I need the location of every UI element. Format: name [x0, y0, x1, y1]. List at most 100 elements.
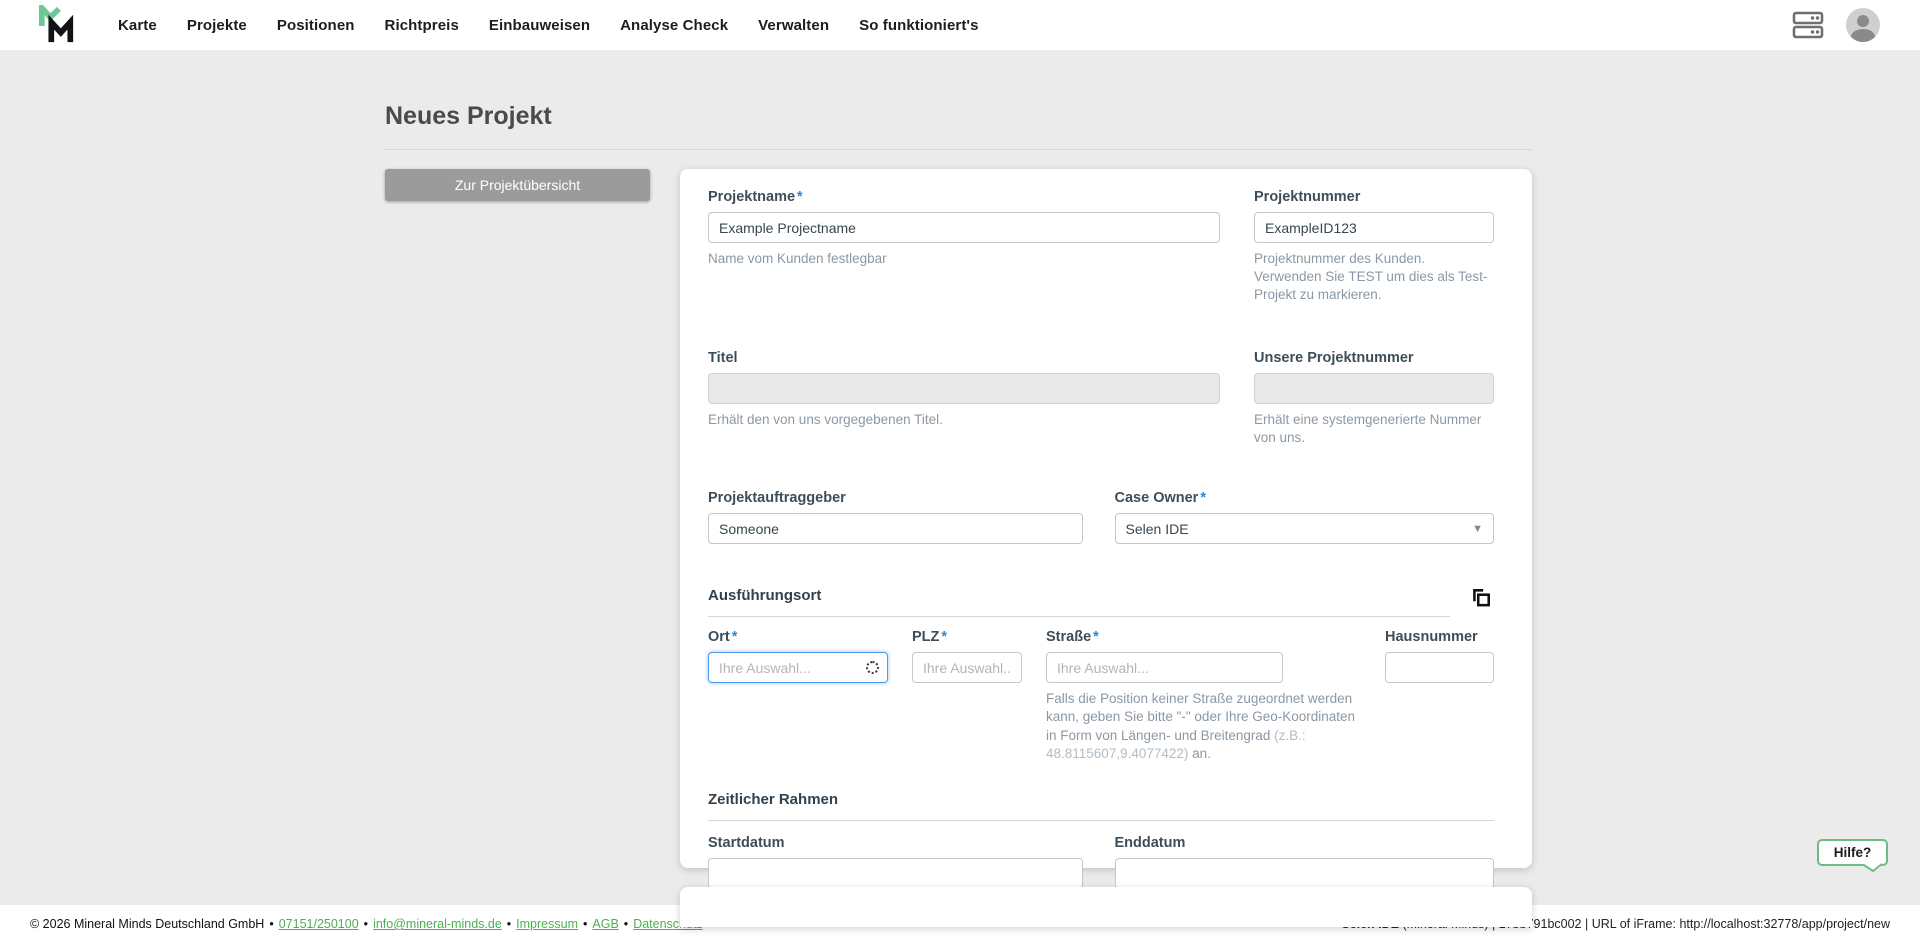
projektname-label-text: Projektname: [708, 189, 795, 205]
row-titel-unsere-projektnummer: Titel Erhält den von uns vorgegebenen Ti…: [708, 350, 1494, 447]
row-address: Ort* PLZ* Straße* Falls die Position kei…: [708, 629, 1494, 763]
chevron-down-icon: ▼: [1472, 523, 1483, 535]
unsere-projektnummer-helper: Erhält eine systemgenerierte Nummer von …: [1254, 411, 1494, 447]
section-ausfuehrungsort-title-block: Ausführungsort: [708, 587, 1450, 617]
top-nav-bar: Karte Projekte Positionen Richtpreis Ein…: [0, 0, 1920, 50]
ort-label-text: Ort: [708, 629, 730, 645]
strasse-label: Straße*: [1046, 629, 1356, 645]
hausnummer-label: Hausnummer: [1385, 629, 1494, 645]
field-case-owner: Case Owner* Selen IDE ▼: [1115, 490, 1495, 544]
titel-label: Titel: [708, 350, 1220, 366]
footer-link-phone[interactable]: 07151/250100: [279, 917, 359, 931]
case-owner-label: Case Owner*: [1115, 490, 1495, 506]
person-icon: [1846, 8, 1880, 42]
projektname-label: Projektname*: [708, 189, 1220, 205]
hausnummer-input[interactable]: [1385, 652, 1494, 683]
footer-link-agb[interactable]: AGB: [592, 917, 618, 931]
strasse-helper: Falls die Position keiner Straße zugeord…: [1046, 690, 1356, 763]
projektauftraggeber-label: Projektauftraggeber: [708, 490, 1083, 506]
footer-link-impressum[interactable]: Impressum: [516, 917, 578, 931]
required-asterisk: *: [941, 629, 947, 645]
plz-input[interactable]: [912, 652, 1022, 683]
next-form-card-partial: [680, 887, 1532, 927]
case-owner-selected-value: Selen IDE: [1126, 521, 1189, 537]
separator-dot: •: [507, 917, 511, 931]
required-asterisk: *: [1200, 490, 1206, 506]
row-dates: Startdatum Enddatum: [708, 835, 1494, 889]
ort-input-wrap: [708, 652, 888, 683]
user-avatar[interactable]: [1846, 8, 1880, 42]
startdatum-input[interactable]: [708, 858, 1083, 889]
field-strasse: Straße* Falls die Position keiner Straße…: [1046, 629, 1356, 763]
plz-label-text: PLZ: [912, 629, 939, 645]
unsere-projektnummer-label: Unsere Projektnummer: [1254, 350, 1494, 366]
nav-item-einbauweisen[interactable]: Einbauweisen: [489, 17, 590, 34]
mineral-minds-logo[interactable]: [38, 5, 76, 45]
nav-item-karte[interactable]: Karte: [118, 17, 157, 34]
page-title: Neues Projekt: [385, 102, 552, 131]
server-storage-icon[interactable]: [1792, 11, 1824, 39]
section-ausfuehrungsort-header: Ausführungsort: [708, 587, 1494, 617]
header-actions: [1792, 8, 1920, 42]
required-asterisk: *: [732, 629, 738, 645]
title-divider: [385, 149, 1532, 150]
nav-item-projekte[interactable]: Projekte: [187, 17, 247, 34]
section-ausfuehrungsort-title: Ausführungsort: [708, 587, 1450, 604]
enddatum-input[interactable]: [1115, 858, 1495, 889]
ort-input[interactable]: [708, 652, 888, 683]
main-content: Neues Projekt Zur Projektübersicht Proje…: [0, 50, 1920, 905]
zur-projektuebersicht-button[interactable]: Zur Projektübersicht: [385, 169, 650, 201]
logo-icon: [38, 5, 76, 45]
projektname-input[interactable]: [708, 212, 1220, 243]
field-startdatum: Startdatum: [708, 835, 1083, 889]
projektauftraggeber-input[interactable]: [708, 513, 1083, 544]
titel-input: [708, 373, 1220, 404]
main-nav: Karte Projekte Positionen Richtpreis Ein…: [118, 17, 979, 34]
hilfe-button[interactable]: Hilfe?: [1817, 839, 1888, 866]
strasse-label-text: Straße: [1046, 629, 1091, 645]
separator-dot: •: [269, 917, 273, 931]
case-owner-select[interactable]: Selen IDE ▼: [1115, 513, 1495, 544]
nav-item-verwalten[interactable]: Verwalten: [758, 17, 829, 34]
section-zeitlicher-rahmen-header: Zeitlicher Rahmen: [708, 791, 1494, 821]
required-asterisk: *: [1093, 629, 1099, 645]
projektname-helper: Name vom Kunden festlegbar: [708, 250, 1220, 268]
nav-item-analyse-check[interactable]: Analyse Check: [620, 17, 728, 34]
titel-helper: Erhält den von uns vorgegebenen Titel.: [708, 411, 1220, 429]
nav-item-richtpreis[interactable]: Richtpreis: [385, 17, 459, 34]
copy-address-button[interactable]: [1468, 585, 1494, 614]
field-projektname: Projektname* Name vom Kunden festlegbar: [708, 189, 1220, 305]
section-zeitlicher-rahmen-title: Zeitlicher Rahmen: [708, 791, 1494, 808]
footer-link-email[interactable]: info@mineral-minds.de: [373, 917, 502, 931]
strasse-input[interactable]: [1046, 652, 1283, 683]
loading-spinner-icon: [866, 661, 879, 674]
field-projektauftraggeber: Projektauftraggeber: [708, 490, 1083, 544]
strasse-helper-suffix: an.: [1188, 746, 1211, 761]
separator-dot: •: [364, 917, 368, 931]
plz-label: PLZ*: [912, 629, 1022, 645]
startdatum-label: Startdatum: [708, 835, 1083, 851]
copyright-text: © 2026 Mineral Minds Deutschland GmbH: [30, 917, 264, 931]
section-divider: [708, 820, 1494, 821]
field-ort: Ort*: [708, 629, 888, 763]
projektnummer-helper: Projektnummer des Kunden. Verwenden Sie …: [1254, 250, 1494, 305]
copy-icon: [1470, 587, 1492, 609]
nav-item-positionen[interactable]: Positionen: [277, 17, 355, 34]
footer-left: © 2026 Mineral Minds Deutschland GmbH • …: [30, 917, 703, 931]
projektnummer-input[interactable]: [1254, 212, 1494, 243]
field-enddatum: Enddatum: [1115, 835, 1495, 889]
unsere-projektnummer-input: [1254, 373, 1494, 404]
field-titel: Titel Erhält den von uns vorgegebenen Ti…: [708, 350, 1220, 447]
field-plz: PLZ*: [912, 629, 1022, 763]
required-asterisk: *: [797, 189, 803, 205]
field-projektnummer: Projektnummer Projektnummer des Kunden. …: [1254, 189, 1494, 305]
separator-dot: •: [624, 917, 628, 931]
section-divider: [708, 616, 1450, 617]
case-owner-label-text: Case Owner: [1115, 490, 1199, 506]
separator-dot: •: [583, 917, 587, 931]
row-auftraggeber-caseowner: Projektauftraggeber Case Owner* Selen ID…: [708, 490, 1494, 544]
projektnummer-label: Projektnummer: [1254, 189, 1494, 205]
strasse-helper-main: Falls die Position keiner Straße zugeord…: [1046, 691, 1355, 742]
new-project-form-card: Projektname* Name vom Kunden festlegbar …: [680, 169, 1532, 868]
nav-item-so-funktionierts[interactable]: So funktioniert's: [859, 17, 978, 34]
